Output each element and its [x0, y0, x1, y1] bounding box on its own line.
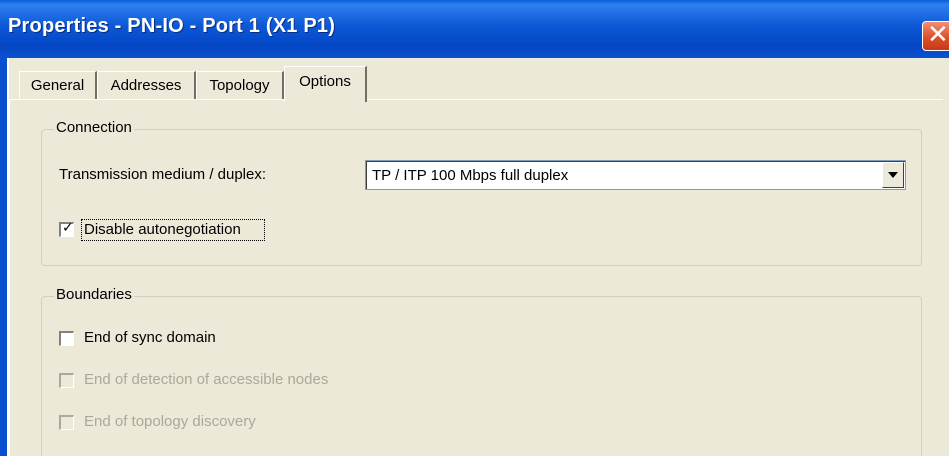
tab-addresses-label: Addresses	[110, 77, 182, 94]
disable-autonegotiation-checkbox[interactable]: ✓	[59, 220, 74, 237]
tab-topology-label: Topology	[209, 77, 270, 94]
checkmark-icon: ✓	[62, 220, 74, 236]
tab-options-label: Options	[299, 73, 351, 90]
end-of-sync-domain-label[interactable]: End of sync domain	[84, 329, 216, 346]
tab-addresses[interactable]: Addresses	[97, 71, 196, 99]
transmission-medium-value: TP / ITP 100 Mbps full duplex	[372, 167, 569, 184]
connection-group-title: Connection	[54, 119, 134, 136]
boundaries-group-title: Boundaries	[54, 286, 134, 303]
tab-topology[interactable]: Topology	[196, 71, 284, 99]
window-left-border	[0, 58, 9, 456]
end-of-sync-domain-checkbox[interactable]	[59, 331, 74, 346]
close-icon: ✕	[927, 20, 949, 50]
connection-groupbox	[41, 129, 922, 266]
end-of-topology-discovery-checkbox[interactable]	[59, 415, 74, 430]
end-of-detection-label: End of detection of accessible nodes	[84, 371, 329, 388]
close-button[interactable]: ✕	[922, 20, 949, 51]
transmission-medium-select[interactable]: TP / ITP 100 Mbps full duplex	[365, 160, 906, 190]
properties-dialog: Properties - PN-IO - Port 1 (X1 P1) ✕ Ge…	[0, 0, 949, 456]
disable-autonegotiation-label[interactable]: Disable autonegotiation	[84, 221, 241, 238]
tab-general-label: General	[30, 77, 85, 94]
dropdown-arrow-icon[interactable]	[882, 162, 904, 188]
tab-general[interactable]: General	[19, 71, 97, 99]
end-of-detection-checkbox[interactable]	[59, 373, 74, 388]
tab-options[interactable]: Options	[284, 66, 367, 102]
end-of-topology-discovery-label: End of topology discovery	[84, 413, 256, 430]
window-title: Properties - PN-IO - Port 1 (X1 P1)	[8, 15, 336, 37]
title-bar[interactable]: Properties - PN-IO - Port 1 (X1 P1) ✕	[0, 0, 949, 58]
transmission-medium-label: Transmission medium / duplex:	[59, 166, 267, 183]
